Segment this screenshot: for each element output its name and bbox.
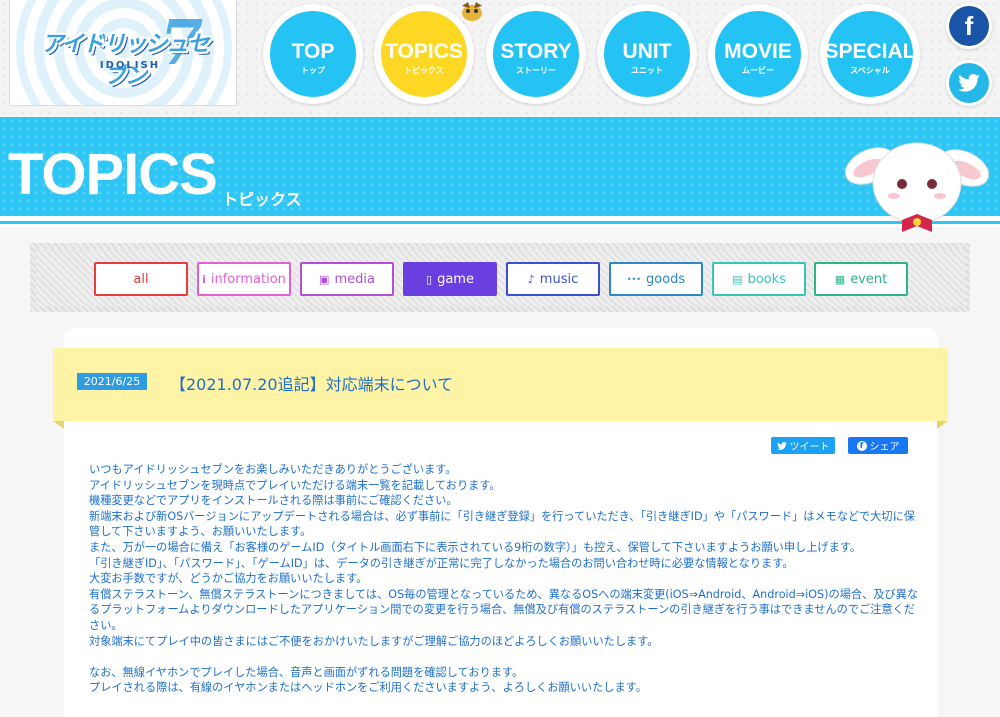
nav-movie[interactable]: MOVIE ムービー: [708, 4, 808, 104]
body-line: 機種変更などでアプリをインストールされる際は事前にご確認ください。: [89, 494, 458, 508]
nav-special-sub: スペシャル: [850, 66, 890, 75]
dots-icon: •••: [626, 274, 641, 284]
nav-movie-sub: ムービー: [742, 66, 774, 75]
filter-goods[interactable]: ••• goods: [609, 262, 703, 296]
body-line: いつもアイドリッシュセブンをお楽しみいただきありがとうございます。: [89, 463, 457, 476]
post-body: いつもアイドリッシュセブンをお楽しみいただきありがとうございます。 アイドリッシ…: [89, 462, 919, 696]
facebook-button[interactable]: f: [946, 3, 992, 49]
page-title: TOPICS: [8, 142, 218, 207]
body-line: なお、無線イヤホンでプレイした場合、音声と画面がずれる問題を確認しております。: [89, 665, 524, 679]
calendar-icon: ▦: [834, 272, 846, 286]
share-label: シェア: [869, 442, 900, 453]
post-date: 2021/6/25: [77, 373, 147, 390]
info-icon: i: [202, 272, 206, 286]
nav-story[interactable]: STORY ストーリー: [486, 4, 586, 104]
media-icon: ▣: [319, 272, 330, 286]
site-logo[interactable]: 7 アイドリッシュセブン IDOLISH: [9, 0, 237, 106]
filter-all-label: all: [133, 271, 149, 287]
nav-special-label: SPECIAL: [824, 40, 916, 63]
filter-game[interactable]: ▯ game: [403, 262, 497, 296]
nav-top-label: TOP: [291, 40, 335, 63]
nav-story-label: STORY: [500, 40, 572, 63]
nav-top[interactable]: TOP トップ: [263, 4, 363, 104]
nav-topics-sub: トピックス: [404, 66, 444, 75]
nav-unit-sub: ユニット: [631, 66, 663, 75]
twitter-icon: [949, 63, 989, 103]
facebook-icon: f: [949, 6, 989, 46]
nav-topics-label: TOPICS: [385, 40, 463, 63]
book-icon: ▤: [732, 272, 743, 286]
filter-music[interactable]: ♪ music: [506, 262, 600, 296]
nav-story-sub: ストーリー: [516, 66, 556, 75]
body-line: 大変お手数ですが、どうかご協力をお願いいたします。: [89, 572, 368, 586]
body-line: 新端末および新OSバージョンにアップデートされる場合は、必ず事前に「引き継ぎ登録…: [89, 509, 915, 539]
filter-event-label: event: [850, 271, 888, 287]
nav-movie-label: MOVIE: [724, 40, 792, 63]
smartphone-icon: ▯: [426, 272, 433, 286]
filter-books-label: books: [747, 271, 786, 287]
tweet-button[interactable]: ツイート: [771, 437, 835, 454]
body-line: プレイされる際は、有線のイヤホンまたはヘッドホンをご利用くださいますよう、よろし…: [89, 681, 647, 695]
nav-unit[interactable]: UNIT ユニット: [597, 4, 697, 104]
body-line: 対象端末にてプレイ中の皆さまにはご不便をおかけいたしますがご理解ご協力のほどよろ…: [89, 634, 659, 648]
logo-text: アイドリッシュセブン: [41, 32, 210, 89]
tweet-label: ツイート: [789, 442, 830, 453]
bird-mascot-icon: [462, 2, 482, 21]
post-title: 【2021.07.20追記】対応端末について: [170, 375, 454, 394]
filter-information-label: information: [210, 271, 286, 287]
nav-special[interactable]: SPECIAL スペシャル: [820, 4, 920, 104]
twitter-icon: [776, 441, 787, 450]
filter-information[interactable]: i information: [197, 262, 291, 296]
nav-unit-label: UNIT: [622, 40, 672, 63]
rabbit-mascot-icon: [844, 142, 990, 232]
twitter-button[interactable]: [946, 60, 992, 106]
facebook-icon: f: [856, 440, 867, 451]
filter-media-label: media: [334, 271, 375, 287]
body-line: また、万が一の場合に備え「お客様のゲームID（タイトル画面右下に表示されている9…: [89, 540, 862, 554]
body-line: 有償ステラストーン、無償ステラストーンにつきましては、OS毎の管理となっているた…: [89, 587, 919, 632]
body-line: アイドリッシュセブンを現時点でプレイいただける端末一覧を記載しております。: [89, 478, 501, 492]
filter-event[interactable]: ▦ event: [814, 262, 908, 296]
ribbon-fold-left: [53, 421, 64, 429]
facebook-share-button[interactable]: f シェア: [848, 437, 908, 454]
filter-goods-label: goods: [645, 271, 686, 287]
filter-media[interactable]: ▣ media: [300, 262, 394, 296]
music-note-icon: ♪: [527, 272, 535, 286]
filter-music-label: music: [539, 271, 579, 287]
filter-books[interactable]: ▤ books: [712, 262, 806, 296]
filter-all[interactable]: all: [94, 262, 188, 296]
nav-top-sub: トップ: [301, 66, 325, 75]
body-line: 「引き継ぎID」、「パスワード」、「ゲームID」は、データの引き継ぎが正常に完了…: [89, 556, 794, 570]
ribbon-fold-right: [937, 421, 948, 429]
page-subtitle: トピックス: [222, 190, 302, 209]
filter-game-label: game: [437, 271, 474, 287]
logo-subtext: IDOLISH: [99, 60, 161, 71]
